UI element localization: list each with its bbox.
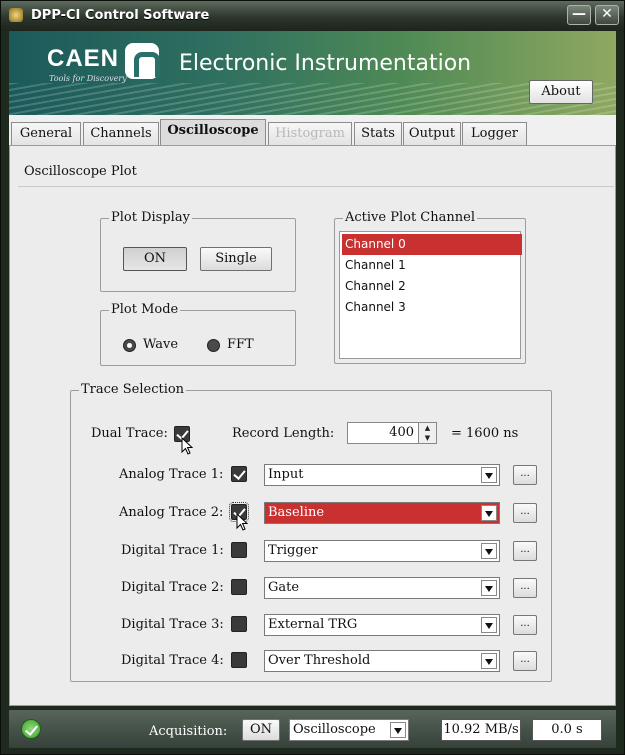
title-bar: DPP-CI Control Software — ✕ <box>1 1 624 31</box>
tab-general[interactable]: General <box>11 122 81 145</box>
trace-selection-label: Trace Selection <box>79 382 187 397</box>
brand-tagline: Tools for Discovery <box>49 74 127 83</box>
analog-trace-2-label: Analog Trace 2: <box>119 505 224 520</box>
plot-single-button[interactable]: Single <box>200 247 272 271</box>
oscilloscope-panel: Oscilloscope Plot Plot Display ON Single… <box>9 145 616 706</box>
chevron-down-icon[interactable] <box>481 580 497 596</box>
close-button[interactable]: ✕ <box>595 5 619 25</box>
digital-trace-3-more-button[interactable]: ... <box>513 615 537 635</box>
analog-trace-1-label: Analog Trace 1: <box>119 467 224 482</box>
spinner-up-icon[interactable]: ▲ <box>419 423 436 433</box>
channel-list-item[interactable]: Channel 1 <box>342 255 522 276</box>
header-banner: CAEN Tools for Discovery Electronic Inst… <box>9 31 616 115</box>
digital-trace-4-value: Over Threshold <box>268 653 371 668</box>
digital-trace-2-select[interactable]: Gate <box>264 577 500 599</box>
analog-trace-2-value: Baseline <box>268 505 325 520</box>
digital-trace-1-label: Digital Trace 1: <box>121 543 224 558</box>
plot-display-label: Plot Display <box>109 210 192 225</box>
wave-radio-label: Wave <box>143 337 179 352</box>
analog-trace-1-select[interactable]: Input <box>264 464 500 486</box>
about-button[interactable]: About <box>529 80 593 104</box>
digital-trace-1-checkbox[interactable] <box>231 542 247 558</box>
plot-on-button[interactable]: ON <box>123 247 187 271</box>
app-icon <box>9 8 23 22</box>
chevron-down-icon[interactable] <box>481 617 497 633</box>
digital-trace-3-value: External TRG <box>268 617 358 632</box>
elapsed-time-field: 0.0 s <box>532 719 602 741</box>
digital-trace-4-checkbox[interactable] <box>231 652 247 668</box>
digital-trace-1-more-button[interactable]: ... <box>513 541 537 561</box>
digital-trace-4-select[interactable]: Over Threshold <box>264 650 500 672</box>
chevron-down-icon[interactable] <box>481 653 497 669</box>
close-icon: ✕ <box>601 6 613 22</box>
channel-list-item[interactable]: Channel 2 <box>342 276 522 297</box>
analog-trace-2-select[interactable]: Baseline <box>264 502 500 524</box>
digital-trace-4-more-button[interactable]: ... <box>513 651 537 671</box>
tab-bar: General Channels Oscilloscope Histogram … <box>9 115 616 145</box>
spinner-arrows[interactable]: ▲ ▼ <box>418 423 436 443</box>
banner-heading: Electronic Instrumentation <box>179 51 472 76</box>
analog-trace-1-more-button[interactable]: ... <box>513 465 537 485</box>
acquisition-mode-value: Oscilloscope <box>293 722 376 737</box>
digital-trace-3-label: Digital Trace 3: <box>121 617 224 632</box>
channel-list-item[interactable]: Channel 0 <box>342 234 522 255</box>
analog-trace-1-checkbox[interactable] <box>231 466 247 482</box>
tab-histogram: Histogram <box>268 122 352 145</box>
plot-display-group: Plot Display ON Single <box>100 210 296 292</box>
record-length-label: Record Length: <box>232 426 335 441</box>
channel-list[interactable]: Channel 0 Channel 1 Channel 2 Channel 3 <box>339 231 522 359</box>
analog-trace-2-more-button[interactable]: ... <box>513 503 537 523</box>
minimize-button[interactable]: — <box>567 5 591 25</box>
app-window: DPP-CI Control Software — ✕ CAEN Tools f… <box>0 0 625 755</box>
dual-trace-label: Dual Trace: <box>91 426 168 441</box>
record-length-spinner[interactable]: 400 ▲ ▼ <box>347 422 437 444</box>
digital-trace-1-select[interactable]: Trigger <box>264 540 500 562</box>
fft-radio-label: FFT <box>227 337 254 352</box>
wave-radio[interactable] <box>123 339 136 352</box>
status-ok-icon <box>21 719 41 739</box>
tab-stats[interactable]: Stats <box>354 122 402 145</box>
digital-trace-4-label: Digital Trace 4: <box>121 653 224 668</box>
minimize-icon: — <box>572 6 586 22</box>
trace-selection-group: Trace Selection Dual Trace: Record Lengt… <box>70 382 552 682</box>
acquisition-mode-select[interactable]: Oscilloscope <box>289 719 409 741</box>
analog-trace-1-value: Input <box>268 467 304 482</box>
acquisition-on-button[interactable]: ON <box>242 719 280 741</box>
section-title: Oscilloscope Plot <box>24 164 137 179</box>
brand-logo-icon <box>125 43 160 79</box>
digital-trace-2-more-button[interactable]: ... <box>513 578 537 598</box>
window-title: DPP-CI Control Software <box>31 8 210 23</box>
digital-trace-2-value: Gate <box>268 580 300 595</box>
tab-channels[interactable]: Channels <box>83 122 159 145</box>
data-rate-field: 10.92 MB/s <box>441 719 521 741</box>
active-channel-group: Active Plot Channel Channel 0 Channel 1 … <box>334 210 526 364</box>
record-length-ns: = 1600 ns <box>451 426 519 441</box>
chevron-down-icon[interactable] <box>390 722 406 738</box>
record-length-value: 400 <box>389 425 414 440</box>
mouse-cursor-icon <box>181 437 193 455</box>
tab-oscilloscope[interactable]: Oscilloscope <box>160 119 266 145</box>
spinner-down-icon[interactable]: ▼ <box>419 433 436 443</box>
digital-trace-3-select[interactable]: External TRG <box>264 614 500 636</box>
digital-trace-2-checkbox[interactable] <box>231 579 247 595</box>
mouse-cursor-icon <box>236 513 248 531</box>
tab-logger[interactable]: Logger <box>462 122 527 145</box>
section-divider <box>18 186 614 187</box>
brand-logo-text: CAEN <box>47 45 120 72</box>
fft-radio[interactable] <box>207 339 220 352</box>
banner-decoration <box>9 83 616 115</box>
chevron-down-icon[interactable] <box>481 505 497 521</box>
digital-trace-3-checkbox[interactable] <box>231 616 247 632</box>
plot-mode-label: Plot Mode <box>109 302 181 317</box>
active-channel-label: Active Plot Channel <box>343 210 477 225</box>
channel-list-item[interactable]: Channel 3 <box>342 297 522 318</box>
digital-trace-1-value: Trigger <box>268 543 318 558</box>
chevron-down-icon[interactable] <box>481 467 497 483</box>
status-bar: Acquisition: ON Oscilloscope 10.92 MB/s … <box>9 710 616 748</box>
acquisition-label: Acquisition: <box>149 724 228 739</box>
chevron-down-icon[interactable] <box>481 543 497 559</box>
digital-trace-2-label: Digital Trace 2: <box>121 580 224 595</box>
plot-mode-group: Plot Mode Wave FFT <box>100 302 296 366</box>
tab-output[interactable]: Output <box>403 122 461 145</box>
